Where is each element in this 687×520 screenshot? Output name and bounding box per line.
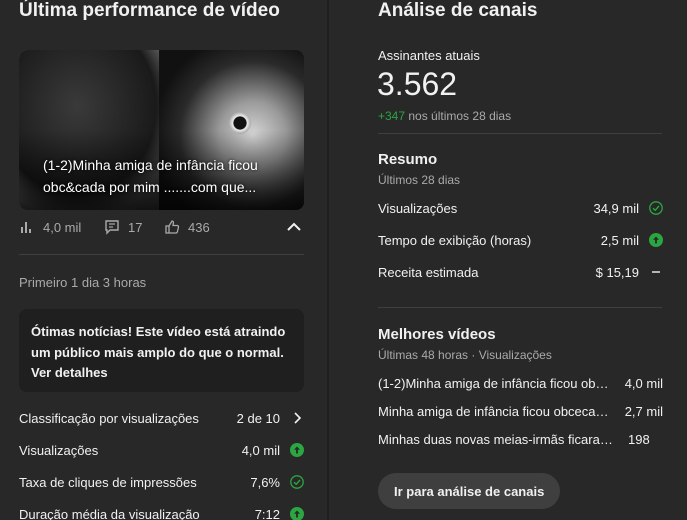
comments-stat-value: 17 xyxy=(128,219,143,235)
channel-analytics-card-title: Análise de canais xyxy=(378,0,538,21)
channel-analytics-card: Análise de canais Assinantes atuais 3.56… xyxy=(358,0,687,520)
video-thumbnail[interactable]: (1-2)Minha amiga de infância ficou obc&c… xyxy=(19,50,304,210)
dash-icon xyxy=(652,271,660,273)
latest-video-card-title: Última performance de vídeo xyxy=(19,0,280,21)
metric-row-views: Visualizações 4,0 mil xyxy=(19,440,304,460)
subscribers-count: 3.562 xyxy=(377,66,458,102)
arrow-up-circle-icon xyxy=(290,507,304,520)
column-divider xyxy=(327,0,329,520)
metric-label: Duração média da visualização xyxy=(19,506,200,520)
first-age-label: Primeiro 1 dia 3 horas xyxy=(19,275,147,290)
check-circle-icon xyxy=(290,475,304,489)
top-video-title[interactable]: (1-2)Minha amiga de infância ficou obcec… xyxy=(378,376,613,391)
divider xyxy=(19,254,304,255)
top-video-row[interactable]: Minha amiga de infância ficou obcecada p… xyxy=(378,401,663,421)
subscribers-delta: +347 nos últimos 28 dias xyxy=(378,109,511,123)
summary-value: 34,9 mil xyxy=(593,200,639,216)
subscribers-label: Assinantes atuais xyxy=(378,48,480,63)
summary-subtitle: Últimos 28 dias xyxy=(378,173,461,187)
metric-value: 7:12 xyxy=(254,506,280,520)
comment-icon xyxy=(105,220,119,235)
video-title[interactable]: (1-2)Minha amiga de infância ficou obc&c… xyxy=(43,154,298,198)
summary-row-views: Visualizações 34,9 mil xyxy=(378,198,663,218)
top-video-row[interactable]: Minhas duas novas meias-irmãs ficaram ob… xyxy=(378,429,663,449)
metric-label: Taxa de cliques de impressões xyxy=(19,474,197,490)
divider xyxy=(378,307,662,308)
see-details-link[interactable]: Ver detalhes xyxy=(31,363,292,382)
subscribers-delta-suffix: nos últimos 28 dias xyxy=(405,109,512,123)
bar-chart-icon xyxy=(21,222,31,233)
check-circle-icon xyxy=(649,201,663,215)
top-videos-subtitle: Últimas 48 horas · Visualizações xyxy=(378,348,552,362)
summary-label: Visualizações xyxy=(378,200,458,216)
summary-value: $ 15,19 xyxy=(595,264,639,280)
summary-row-watch-time: Tempo de exibição (horas) 2,5 mil xyxy=(378,230,663,250)
top-video-title[interactable]: Minha amiga de infância ficou obcecada p… xyxy=(378,404,613,419)
arrow-up-circle-icon xyxy=(649,233,663,247)
arrow-up-circle-icon xyxy=(290,443,304,457)
metric-value: 2 de 10 xyxy=(236,410,280,426)
chevron-right-icon[interactable] xyxy=(290,411,304,425)
views-stat-value: 4,0 mil xyxy=(43,219,82,235)
top-video-views: 4,0 mil xyxy=(624,375,663,391)
metric-label: Visualizações xyxy=(19,442,99,458)
metric-value: 4,0 mil xyxy=(241,442,280,458)
metric-row-ctr: Taxa de cliques de impressões 7,6% xyxy=(19,472,304,492)
news-text: Ótimas notícias! Este vídeo está atraind… xyxy=(31,324,286,360)
metric-row-ranking[interactable]: Classificação por visualizações 2 de 10 xyxy=(19,408,304,428)
top-video-title[interactable]: Minhas duas novas meias-irmãs ficaram ob… xyxy=(378,432,616,447)
latest-video-card: Última performance de vídeo (1-2)Minha a… xyxy=(0,0,327,520)
divider xyxy=(378,133,662,134)
summary-row-revenue: Receita estimada $ 15,19 xyxy=(378,262,663,282)
summary-label: Receita estimada xyxy=(378,264,479,280)
metric-label: Classificação por visualizações xyxy=(19,410,199,426)
views-stat: 4,0 mil xyxy=(19,218,81,236)
likes-stat-value: 436 xyxy=(188,219,210,235)
comments-stat: 17 xyxy=(104,218,142,236)
go-to-channel-analytics-button[interactable]: Ir para análise de canais xyxy=(378,473,561,509)
metric-value: 7,6% xyxy=(250,474,280,490)
chevron-up-icon[interactable] xyxy=(285,218,303,236)
likes-stat: 436 xyxy=(164,218,210,236)
metric-row-avg-duration: Duração média da visualização 7:12 xyxy=(19,504,304,520)
summary-title: Resumo xyxy=(378,151,438,168)
thumbs-up-icon xyxy=(165,220,180,234)
top-videos-title: Melhores vídeos xyxy=(378,326,496,343)
summary-label: Tempo de exibição (horas) xyxy=(378,232,532,248)
top-video-row[interactable]: (1-2)Minha amiga de infância ficou obcec… xyxy=(378,373,663,393)
top-video-views: 198 xyxy=(628,431,650,447)
summary-value: 2,5 mil xyxy=(600,232,639,248)
news-box: Ótimas notícias! Este vídeo está atraind… xyxy=(19,309,304,392)
top-video-views: 2,7 mil xyxy=(624,403,663,419)
subscribers-delta-value: +347 xyxy=(378,109,406,123)
